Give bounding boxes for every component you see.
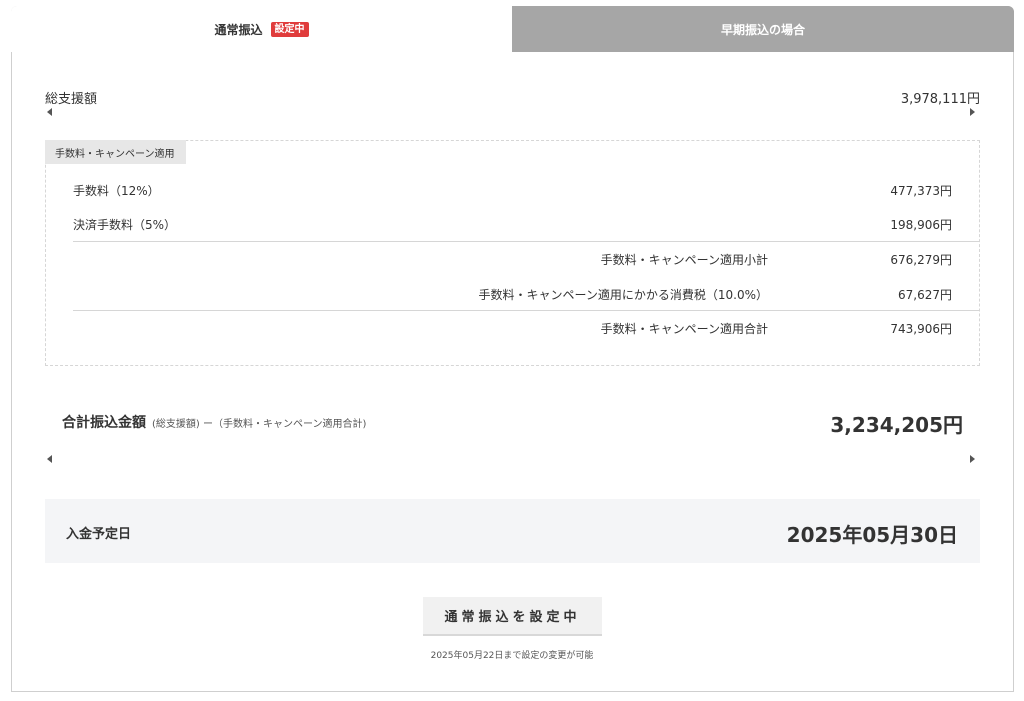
tax-label: 手数料・キャンペーン適用にかかる消費税（10.0%） — [478, 288, 768, 302]
transfer-total-formula: (総支援額) ー（手数料・キャンペーン適用合計) — [152, 419, 367, 430]
fee-breakdown — [45, 140, 980, 366]
fee-total-value: 743,906円 — [890, 322, 952, 336]
deposit-date-label: 入金予定日 — [66, 527, 132, 542]
total-support-label: 総支援額 — [45, 92, 98, 107]
tab-early-transfer[interactable]: 早期振込の場合 — [512, 6, 1014, 52]
tab-normal-transfer[interactable]: 通常振込 設定中 — [11, 6, 512, 52]
scroll-left-icon[interactable] — [47, 108, 52, 116]
status-badge: 設定中 — [270, 21, 309, 37]
tax-value: 67,627円 — [898, 288, 952, 302]
total-support-value: 3,978,111円 — [900, 92, 980, 107]
transfer-total-label: 合計振込金額 — [62, 415, 146, 431]
change-deadline-note: 2025年05月22日まで設定の変更が可能 — [430, 651, 594, 661]
transfer-total-value: 3,234,205円 — [830, 413, 963, 437]
set-normal-transfer-button[interactable]: 通常振込を設定中 — [423, 597, 602, 636]
subtotal-label: 手数料・キャンペーン適用小計 — [600, 253, 768, 267]
subtotal-value: 676,279円 — [890, 253, 952, 267]
fee-label: 手数料（12%） — [73, 184, 160, 198]
deposit-date-value: 2025年05月30日 — [786, 523, 958, 547]
fee-value: 477,373円 — [890, 184, 952, 198]
scroll-left-icon[interactable] — [47, 455, 52, 463]
divider — [73, 310, 980, 311]
settlement-fee-value: 198,906円 — [890, 218, 952, 232]
transfer-total-heading: 合計振込金額 (総支援額) ー（手数料・キャンペーン適用合計) — [62, 412, 366, 432]
scroll-right-icon[interactable] — [970, 455, 975, 463]
fee-total-label: 手数料・キャンペーン適用合計 — [600, 322, 768, 336]
fee-section-tag: 手数料・キャンペーン適用 — [45, 140, 186, 164]
tab-normal-label: 通常振込 — [214, 22, 263, 37]
settlement-fee-label: 決済手数料（5%） — [73, 218, 177, 232]
divider — [73, 241, 980, 242]
scroll-right-icon[interactable] — [970, 108, 975, 116]
tab-early-label: 早期振込の場合 — [720, 22, 805, 37]
